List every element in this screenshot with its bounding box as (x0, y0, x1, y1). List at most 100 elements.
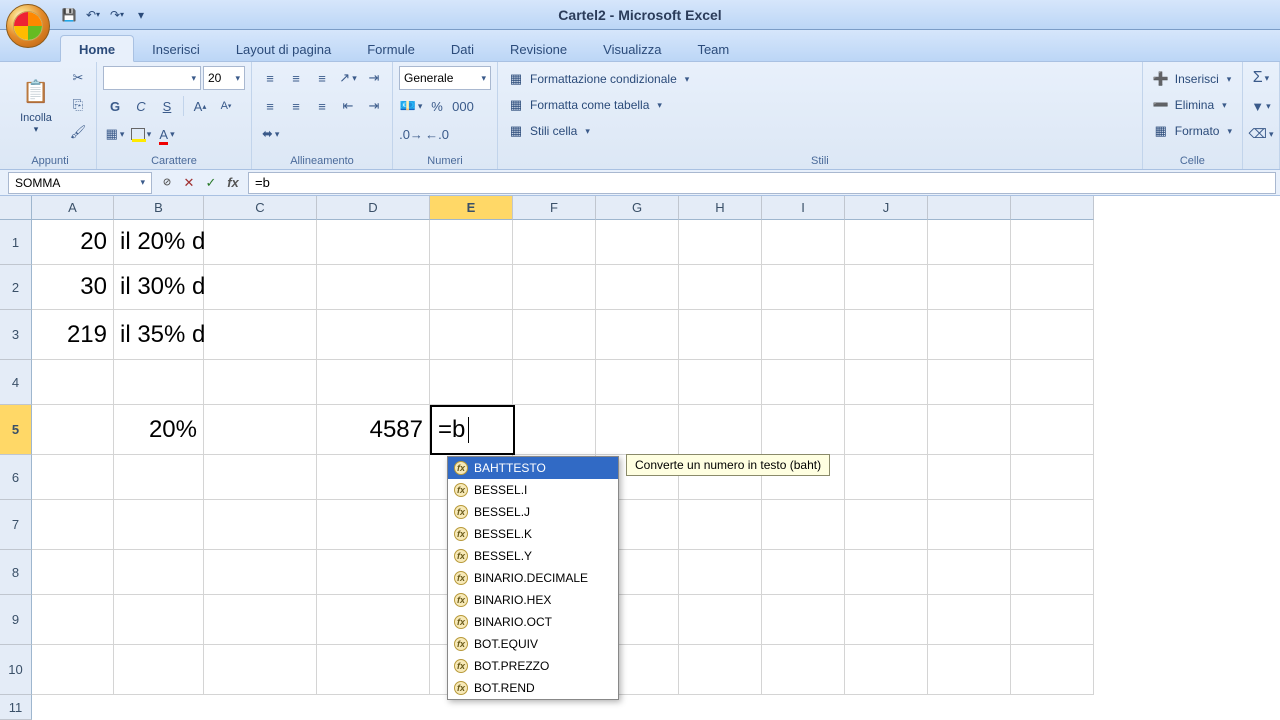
currency-icon[interactable]: 💶 (399, 94, 423, 118)
fill-color-icon[interactable] (129, 122, 153, 146)
autocomplete-item[interactable]: fxBOT.EQUIV (448, 633, 618, 655)
align-top-icon[interactable]: ≡ (258, 66, 282, 90)
office-button[interactable] (6, 4, 50, 48)
tab-dati[interactable]: Dati (433, 36, 492, 61)
qat-save-icon[interactable]: 💾 (60, 6, 78, 24)
autocomplete-item[interactable]: fxBESSEL.K (448, 523, 618, 545)
fill-icon[interactable]: ▼ (1249, 94, 1273, 118)
autocomplete-item[interactable]: fxBAHTTESTO (448, 457, 618, 479)
format-cells-button[interactable]: ▦Formato (1149, 118, 1236, 144)
select-all-button[interactable] (0, 196, 32, 220)
align-left-icon[interactable]: ≡ (258, 94, 282, 118)
increase-indent-icon[interactable]: ⇥ (362, 94, 386, 118)
cell-b5[interactable]: 20% (114, 405, 204, 455)
row-header-7[interactable]: 7 (0, 500, 32, 550)
col-header-l[interactable] (1011, 196, 1094, 220)
row-header-10[interactable]: 10 (0, 645, 32, 695)
autocomplete-item[interactable]: fxBINARIO.DECIMALE (448, 567, 618, 589)
cell-a2[interactable]: 30 (32, 265, 114, 310)
increase-decimal-icon[interactable]: .0→ (399, 122, 423, 146)
delete-cells-button[interactable]: ➖Elimina (1149, 92, 1231, 118)
format-painter-icon[interactable]: 🖌 (66, 120, 90, 144)
insert-cells-button[interactable]: ➕Inserisci (1149, 66, 1236, 92)
row-header-11[interactable]: 11 (0, 695, 32, 720)
cancel-formula-icon[interactable]: ⊘ (156, 172, 178, 194)
copy-icon[interactable]: ⎘ (66, 93, 90, 117)
formula-input[interactable]: =b (248, 172, 1276, 194)
col-header-d[interactable]: D (317, 196, 430, 220)
italic-button[interactable]: C (129, 94, 153, 118)
row-header-4[interactable]: 4 (0, 360, 32, 405)
cell-styles-button[interactable]: ▦Stili cella (504, 118, 594, 144)
tab-home[interactable]: Home (60, 35, 134, 62)
active-cell-e5[interactable]: =b (430, 405, 515, 455)
accept-check-icon[interactable]: ✓ (200, 172, 222, 194)
bold-button[interactable]: G (103, 94, 127, 118)
autocomplete-item[interactable]: fxBESSEL.I (448, 479, 618, 501)
fx-icon[interactable]: fx (222, 172, 244, 194)
row-header-1[interactable]: 1 (0, 220, 32, 265)
grow-font-icon[interactable]: A▴ (188, 94, 212, 118)
col-header-j[interactable]: J (845, 196, 928, 220)
comma-icon[interactable]: 000 (451, 94, 475, 118)
merge-center-icon[interactable]: ⬌ (258, 122, 283, 146)
tab-formule[interactable]: Formule (349, 36, 433, 61)
qat-undo-icon[interactable]: ↶▾ (84, 6, 102, 24)
cell-h1[interactable] (679, 220, 762, 265)
col-header-a[interactable]: A (32, 196, 114, 220)
align-bottom-icon[interactable]: ≡ (310, 66, 334, 90)
wrap-text-icon[interactable]: ⇥ (362, 66, 386, 90)
tab-inserisci[interactable]: Inserisci (134, 36, 218, 61)
align-right-icon[interactable]: ≡ (310, 94, 334, 118)
tab-team[interactable]: Team (679, 36, 747, 61)
cell-a1[interactable]: 20 (32, 220, 114, 265)
col-header-b[interactable]: B (114, 196, 204, 220)
col-header-g[interactable]: G (596, 196, 679, 220)
percent-icon[interactable]: % (425, 94, 449, 118)
cancel-x-icon[interactable]: ✕ (178, 172, 200, 194)
autocomplete-item[interactable]: fxBINARIO.HEX (448, 589, 618, 611)
row-header-2[interactable]: 2 (0, 265, 32, 310)
cell-g1[interactable] (596, 220, 679, 265)
orientation-icon[interactable]: ↗ (336, 66, 360, 90)
align-middle-icon[interactable]: ≡ (284, 66, 308, 90)
cell-i1[interactable] (762, 220, 845, 265)
cell-b3[interactable]: il 35% di 625 è 219 (114, 310, 204, 360)
col-header-i[interactable]: I (762, 196, 845, 220)
decrease-indent-icon[interactable]: ⇤ (336, 94, 360, 118)
cell-e1[interactable] (430, 220, 513, 265)
autocomplete-item[interactable]: fxBOT.REND (448, 677, 618, 699)
row-header-6[interactable]: 6 (0, 455, 32, 500)
col-header-c[interactable]: C (204, 196, 317, 220)
fontsize-combo[interactable]: 20▾ (203, 66, 245, 90)
underline-button[interactable]: S (155, 94, 179, 118)
cell-d5[interactable]: 4587 (317, 405, 430, 455)
autocomplete-item[interactable]: fxBINARIO.OCT (448, 611, 618, 633)
row-header-9[interactable]: 9 (0, 595, 32, 645)
clear-icon[interactable]: ⌫ (1249, 122, 1273, 146)
number-format-combo[interactable]: Generale▾ (399, 66, 491, 90)
cell-c1[interactable] (204, 220, 317, 265)
col-header-f[interactable]: F (513, 196, 596, 220)
formula-autocomplete[interactable]: fxBAHTTESTO fxBESSEL.I fxBESSEL.J fxBESS… (447, 456, 619, 700)
cell-d1[interactable] (317, 220, 430, 265)
cut-icon[interactable]: ✂ (66, 66, 90, 90)
tab-revisione[interactable]: Revisione (492, 36, 585, 61)
decrease-decimal-icon[interactable]: ←.0 (425, 122, 449, 146)
row-header-8[interactable]: 8 (0, 550, 32, 595)
conditional-formatting-button[interactable]: ▦Formattazione condizionale (504, 66, 693, 92)
tab-visualizza[interactable]: Visualizza (585, 36, 679, 61)
name-box[interactable]: SOMMA▾ (8, 172, 152, 194)
shrink-font-icon[interactable]: A▾ (214, 94, 238, 118)
cell-j1[interactable] (845, 220, 928, 265)
qat-redo-icon[interactable]: ↷▾ (108, 6, 126, 24)
borders-icon[interactable]: ▦ (103, 122, 127, 146)
format-as-table-button[interactable]: ▦Formatta come tabella (504, 92, 666, 118)
font-combo[interactable]: ▾ (103, 66, 201, 90)
qat-customize-icon[interactable]: ▾ (132, 6, 150, 24)
paste-button[interactable]: 📋 Incolla ▾ (10, 66, 62, 144)
row-header-5[interactable]: 5 (0, 405, 32, 455)
autocomplete-item[interactable]: fxBESSEL.Y (448, 545, 618, 567)
autocomplete-item[interactable]: fxBOT.PREZZO (448, 655, 618, 677)
align-center-icon[interactable]: ≡ (284, 94, 308, 118)
